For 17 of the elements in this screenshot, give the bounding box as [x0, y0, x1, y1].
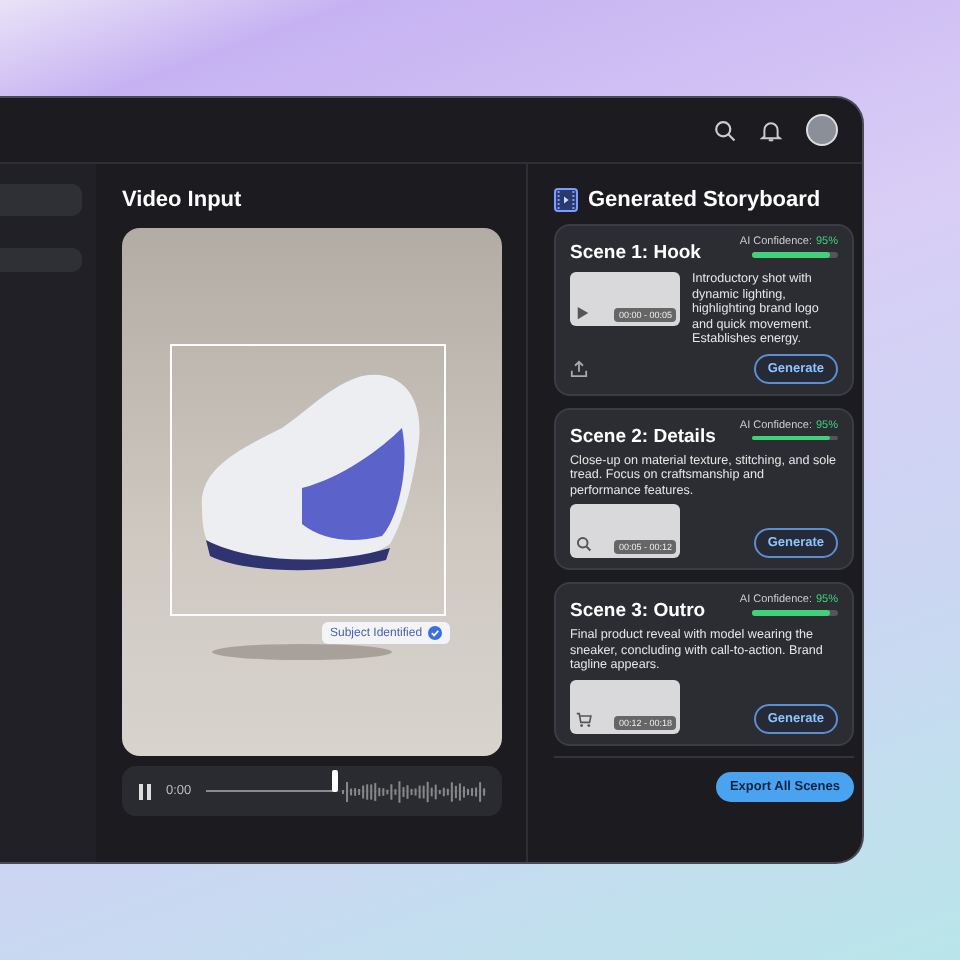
scene-title: Scene 1: Hook [570, 242, 701, 264]
search-icon[interactable] [714, 119, 736, 141]
search-icon [576, 536, 592, 553]
scene-title: Scene 2: Details [570, 425, 716, 448]
bell-icon[interactable] [760, 119, 782, 141]
waveform-drawing [342, 779, 486, 803]
film-icon [554, 188, 578, 212]
pause-icon[interactable] [138, 783, 152, 799]
check-icon [428, 626, 443, 640]
cart-icon [576, 712, 592, 729]
upload-icon[interactable] [570, 359, 588, 378]
panel-title: Video Input [122, 188, 244, 212]
scene-title: Scene 3: Outro [570, 600, 706, 623]
panel-title: Generated Storyboard [588, 188, 821, 212]
avatar-icon[interactable] [806, 114, 838, 146]
playhead-handle[interactable] [331, 769, 338, 791]
play-icon [576, 306, 590, 320]
